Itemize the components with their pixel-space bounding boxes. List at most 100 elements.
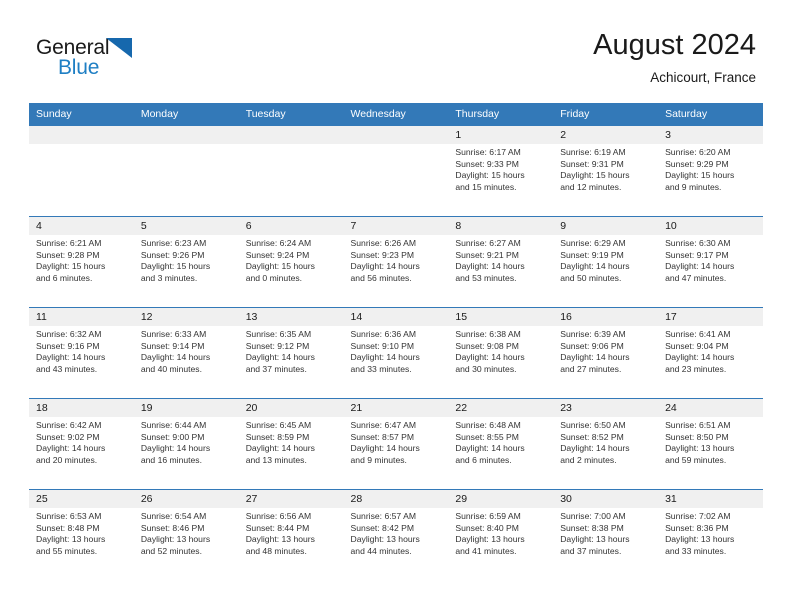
day-cell-inner: [29, 126, 134, 216]
day-cell-inner: 23 Sunrise: 6:50 AM Sunset: 8:52 PM Dayligh…: [553, 399, 659, 489]
calendar-header-row: Sunday Monday Tuesday Wednesday Thursday Frid…: [29, 103, 763, 126]
daylight-line-1: Daylight: 15 hours: [245, 261, 315, 272]
day-details: Sunrise: 6:38 AM Sunset: 9:08 PM Daylight:…: [448, 326, 553, 375]
day-details: Sunrise: 6:36 AM Sunset: 9:10 PM Daylight:…: [344, 326, 449, 375]
daylight-line-1: Daylight: 15 hours: [36, 261, 106, 272]
day-cell[interactable]: 9 Sunrise: 6:29 AM Sunset: 9:19 PM Daylight…: [553, 216, 659, 308]
day-cell[interactable]: 22 Sunrise: 6:48 AM Sunset: 8:55 PM Dayligh…: [448, 398, 554, 490]
sunrise-time: Sunrise: 6:53 AM: [36, 511, 102, 521]
sunset-time: Sunset: 9:00 PM: [140, 431, 205, 442]
day-number: 11: [29, 308, 134, 326]
day-cell[interactable]: 15 Sunrise: 6:38 AM Sunset: 9:08 PM Dayligh…: [448, 307, 554, 399]
day-cell[interactable]: 31 Sunrise: 7:02 AM Sunset: 8:36 PM Dayligh…: [658, 489, 763, 580]
day-details: Sunrise: 6:20 AM Sunset: 9:29 PM Daylight:…: [658, 144, 763, 193]
day-number: 20: [238, 399, 344, 417]
day-number: 23: [553, 399, 659, 417]
day-cell[interactable]: 4 Sunrise: 6:21 AM Sunset: 9:28 PM Daylight…: [29, 216, 134, 308]
day-number: 21: [343, 399, 449, 417]
sunset-time: Sunset: 8:38 PM: [560, 522, 624, 533]
column-header-thursday: Thursday: [448, 103, 554, 126]
daylight-line-2: and 2 minutes.: [560, 454, 617, 465]
sunrise-time: Sunrise: 6:56 AM: [245, 511, 312, 521]
sunrise-time: Sunrise: 6:26 AM: [350, 238, 416, 248]
day-cell[interactable]: 30 Sunrise: 7:00 AM Sunset: 8:38 PM Dayligh…: [553, 489, 659, 580]
day-number: 4: [29, 217, 134, 235]
sunrise-time: Sunrise: 6:45 AM: [245, 420, 312, 430]
day-number: 13: [238, 308, 344, 326]
day-number: 3: [658, 126, 763, 144]
sunrise-time: Sunrise: 6:30 AM: [665, 238, 731, 248]
day-cell[interactable]: 28 Sunrise: 6:57 AM Sunset: 8:42 PM Dayligh…: [343, 489, 449, 580]
column-header-friday: Friday: [553, 103, 659, 126]
day-cell-inner: 18 Sunrise: 6:42 AM Sunset: 9:02 PM Dayligh…: [29, 399, 134, 489]
day-cell[interactable]: 13 Sunrise: 6:35 AM Sunset: 9:12 PM Dayligh…: [238, 307, 344, 399]
day-cell[interactable]: 26 Sunrise: 6:54 AM Sunset: 8:46 PM Dayligh…: [133, 489, 239, 580]
daylight-line-2: and 52 minutes.: [140, 545, 202, 556]
general-blue-logo[interactable]: General Blue: [36, 36, 166, 84]
daylight-line-2: and 59 minutes.: [665, 454, 727, 465]
day-number: 28: [343, 490, 449, 508]
sunset-time: Sunset: 8:36 PM: [665, 522, 729, 533]
day-cell[interactable]: 2 Sunrise: 6:19 AM Sunset: 9:31 PM Daylight…: [553, 126, 659, 217]
sunset-time: Sunset: 9:33 PM: [455, 158, 519, 169]
day-details: Sunrise: 6:26 AM Sunset: 9:23 PM Daylight:…: [344, 235, 449, 284]
day-cell-inner: 11 Sunrise: 6:32 AM Sunset: 9:16 PM Dayligh…: [29, 308, 134, 398]
sunset-time: Sunset: 9:31 PM: [560, 158, 624, 169]
day-cell-inner: 24 Sunrise: 6:51 AM Sunset: 8:50 PM Dayligh…: [658, 399, 763, 489]
day-cell[interactable]: 11 Sunrise: 6:32 AM Sunset: 9:16 PM Dayligh…: [29, 307, 134, 399]
day-cell[interactable]: 5 Sunrise: 6:23 AM Sunset: 9:26 PM Daylight…: [133, 216, 239, 308]
day-cell[interactable]: 10 Sunrise: 6:30 AM Sunset: 9:17 PM Dayligh…: [658, 216, 763, 308]
day-cell-inner: [133, 126, 239, 216]
week-row: 4 Sunrise: 6:21 AM Sunset: 9:28 PM Daylight…: [29, 216, 763, 308]
day-cell[interactable]: 18 Sunrise: 6:42 AM Sunset: 9:02 PM Dayligh…: [29, 398, 134, 490]
day-details: Sunrise: 6:19 AM Sunset: 9:31 PM Daylight:…: [553, 144, 658, 193]
day-cell[interactable]: 25 Sunrise: 6:53 AM Sunset: 8:48 PM Dayligh…: [29, 489, 134, 580]
sunset-time: Sunset: 9:08 PM: [455, 340, 519, 351]
daylight-line-1: Daylight: 13 hours: [560, 534, 630, 545]
daylight-line-1: Daylight: 13 hours: [665, 443, 735, 454]
day-cell-inner: 13 Sunrise: 6:35 AM Sunset: 9:12 PM Dayligh…: [238, 308, 344, 398]
day-cell[interactable]: 8 Sunrise: 6:27 AM Sunset: 9:21 PM Daylight…: [448, 216, 554, 308]
day-number: [133, 126, 239, 144]
daylight-line-1: Daylight: 15 hours: [140, 261, 211, 272]
day-cell[interactable]: 20 Sunrise: 6:45 AM Sunset: 8:59 PM Dayligh…: [238, 398, 344, 490]
day-cell[interactable]: 6 Sunrise: 6:24 AM Sunset: 9:24 PM Daylight…: [238, 216, 344, 308]
week-row: 25 Sunrise: 6:53 AM Sunset: 8:48 PM Dayligh…: [29, 489, 763, 580]
day-number: 25: [29, 490, 134, 508]
day-cell[interactable]: 24 Sunrise: 6:51 AM Sunset: 8:50 PM Dayligh…: [658, 398, 763, 490]
daylight-line-2: and 56 minutes.: [350, 272, 412, 283]
daylight-line-1: Daylight: 15 hours: [455, 170, 525, 181]
day-details: Sunrise: 6:35 AM Sunset: 9:12 PM Daylight:…: [239, 326, 344, 375]
sunrise-time: Sunrise: 6:32 AM: [36, 329, 102, 339]
sunset-time: Sunset: 9:16 PM: [36, 340, 100, 351]
day-number: 27: [238, 490, 344, 508]
sunrise-time: Sunrise: 7:02 AM: [665, 511, 731, 521]
daylight-line-2: and 40 minutes.: [140, 363, 202, 374]
day-cell[interactable]: 12 Sunrise: 6:33 AM Sunset: 9:14 PM Dayligh…: [133, 307, 239, 399]
day-cell[interactable]: 19 Sunrise: 6:44 AM Sunset: 9:00 PM Dayligh…: [133, 398, 239, 490]
sunrise-time: Sunrise: 6:38 AM: [455, 329, 521, 339]
day-cell[interactable]: 3 Sunrise: 6:20 AM Sunset: 9:29 PM Daylight…: [658, 126, 763, 217]
day-cell[interactable]: 7 Sunrise: 6:26 AM Sunset: 9:23 PM Daylight…: [343, 216, 449, 308]
day-cell[interactable]: 29 Sunrise: 6:59 AM Sunset: 8:40 PM Dayligh…: [448, 489, 554, 580]
daylight-line-1: Daylight: 14 hours: [350, 261, 420, 272]
day-cell[interactable]: 23 Sunrise: 6:50 AM Sunset: 8:52 PM Dayligh…: [553, 398, 659, 490]
daylight-line-2: and 3 minutes.: [140, 272, 198, 283]
day-cell[interactable]: 27 Sunrise: 6:56 AM Sunset: 8:44 PM Dayligh…: [238, 489, 344, 580]
day-cell-empty: [238, 126, 344, 217]
day-details: Sunrise: 7:02 AM Sunset: 8:36 PM Daylight:…: [658, 508, 763, 557]
day-details: Sunrise: 6:45 AM Sunset: 8:59 PM Daylight:…: [239, 417, 344, 466]
sunrise-time: Sunrise: 6:35 AM: [245, 329, 312, 339]
day-cell[interactable]: 14 Sunrise: 6:36 AM Sunset: 9:10 PM Dayligh…: [343, 307, 449, 399]
week-row: 11 Sunrise: 6:32 AM Sunset: 9:16 PM Dayligh…: [29, 307, 763, 399]
sunrise-time: Sunrise: 6:24 AM: [245, 238, 312, 248]
day-cell[interactable]: 16 Sunrise: 6:39 AM Sunset: 9:06 PM Dayligh…: [553, 307, 659, 399]
day-cell[interactable]: 17 Sunrise: 6:41 AM Sunset: 9:04 PM Dayligh…: [658, 307, 763, 399]
day-cell-inner: 12 Sunrise: 6:33 AM Sunset: 9:14 PM Dayligh…: [133, 308, 239, 398]
day-cell-inner: 28 Sunrise: 6:57 AM Sunset: 8:42 PM Dayligh…: [343, 490, 449, 580]
day-cell-inner: 7 Sunrise: 6:26 AM Sunset: 9:23 PM Daylight…: [343, 217, 449, 307]
day-cell[interactable]: 1 Sunrise: 6:17 AM Sunset: 9:33 PM Daylight…: [448, 126, 554, 217]
sunrise-time: Sunrise: 6:51 AM: [665, 420, 731, 430]
day-cell[interactable]: 21 Sunrise: 6:47 AM Sunset: 8:57 PM Dayligh…: [343, 398, 449, 490]
daylight-line-2: and 9 minutes.: [350, 454, 407, 465]
